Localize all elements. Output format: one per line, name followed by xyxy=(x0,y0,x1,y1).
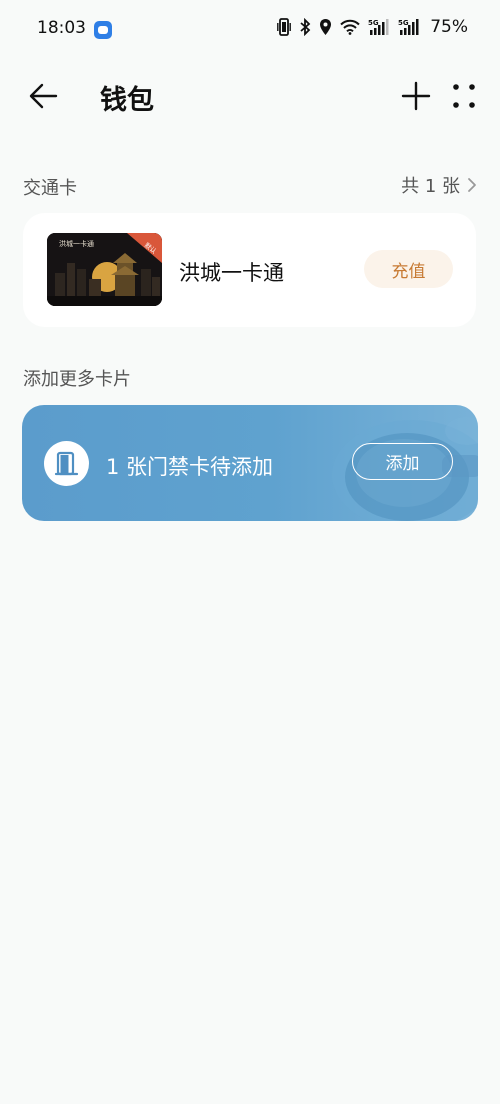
plus-icon xyxy=(401,81,431,111)
battery-level: 75% xyxy=(430,17,468,37)
more-dots-icon xyxy=(453,84,475,108)
wifi-icon xyxy=(340,19,360,35)
transit-card-thumbnail[interactable]: 洪城一卡通 默认 xyxy=(47,233,162,306)
recharge-button[interactable]: 充值 xyxy=(364,250,453,288)
status-icons: 5G 5G 75% xyxy=(277,17,468,37)
card-name[interactable]: 洪城一卡通 xyxy=(179,257,284,287)
location-icon xyxy=(319,18,332,36)
add-button[interactable] xyxy=(398,78,434,114)
status-time: 18:03 xyxy=(37,18,86,38)
access-card-banner[interactable]: 1 张门禁卡待添加 添加 xyxy=(22,405,478,521)
access-card-pending-text: 1 张门禁卡待添加 xyxy=(106,455,274,479)
back-arrow-icon xyxy=(29,83,58,109)
city-skyline-image: 洪城一卡通 默认 xyxy=(47,233,162,306)
card-thumb-title: 洪城一卡通 xyxy=(59,239,94,248)
vibrate-icon xyxy=(277,18,292,36)
transit-section-label: 交通卡 xyxy=(23,178,77,199)
card-count-label: 共 1 张 xyxy=(401,176,460,197)
app-header: 钱包 xyxy=(0,68,500,124)
svg-text:5G: 5G xyxy=(398,19,409,27)
app-notification-icon xyxy=(94,21,112,39)
status-bar: 18:03 5G 5G 75% xyxy=(0,0,500,60)
svg-text:5G: 5G xyxy=(368,19,379,27)
chevron-right-icon xyxy=(468,178,476,192)
add-access-card-button[interactable]: 添加 xyxy=(352,443,453,480)
bluetooth-icon xyxy=(299,17,311,37)
5g-signal-icon: 5G xyxy=(368,18,390,36)
transit-card-panel: 洪城一卡通 默认 洪城一卡通 充值 xyxy=(23,213,476,327)
card-count-link[interactable]: 共 1 张 xyxy=(401,172,478,198)
5g-signal-icon: 5G xyxy=(398,18,420,36)
page-title: 钱包 xyxy=(100,85,154,116)
more-options-button[interactable] xyxy=(446,78,482,114)
add-more-section-label: 添加更多卡片 xyxy=(23,369,131,390)
back-button[interactable] xyxy=(24,78,64,114)
door-icon xyxy=(44,441,89,486)
